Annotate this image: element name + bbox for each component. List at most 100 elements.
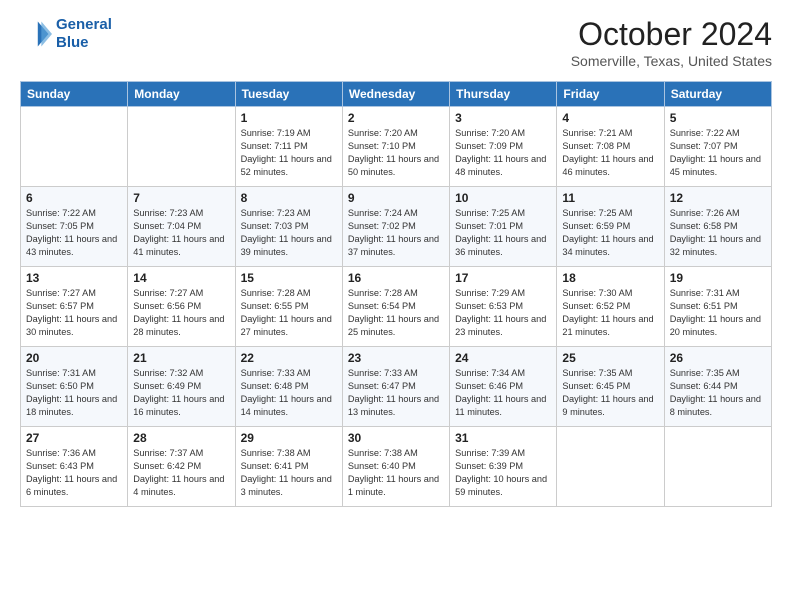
weekday-header: Monday (128, 82, 235, 107)
calendar-cell: 25Sunrise: 7:35 AM Sunset: 6:45 PM Dayli… (557, 347, 664, 427)
calendar-cell: 23 Sunrise: 7:33 AM Sunset: 6:47 PM Dayli… (342, 347, 449, 427)
calendar-week-row: 13 Sunrise: 7:27 AM Sunset: 6:57 PM Dayli… (21, 267, 772, 347)
calendar-cell (557, 427, 664, 507)
calendar-cell: 15Sunrise: 7:28 AM Sunset: 6:55 PM Dayli… (235, 267, 342, 347)
day-number: 20 (26, 351, 122, 365)
day-number: 27 (26, 431, 122, 445)
day-number: 24 (455, 351, 551, 365)
cell-daylight-info: Sunrise: 7:20 AM Sunset: 7:10 PM Dayligh… (348, 127, 444, 179)
day-number: 1 (241, 111, 337, 125)
cell-daylight-info: Sunrise: 7:38 AM Sunset: 6:41 PM Dayligh… (241, 447, 337, 499)
day-number: 30 (348, 431, 444, 445)
cell-daylight-info: Sunrise: 7:35 AM Sunset: 6:44 PM Dayligh… (670, 367, 766, 419)
calendar-cell: 11 Sunrise: 7:25 AM Sunset: 6:59 PM Dayli… (557, 187, 664, 267)
calendar-cell: 28Sunrise: 7:37 AM Sunset: 6:42 PM Dayli… (128, 427, 235, 507)
calendar-cell: 31 Sunrise: 7:39 AM Sunset: 6:39 PM Dayli… (450, 427, 557, 507)
calendar-cell: 24 Sunrise: 7:34 AM Sunset: 6:46 PM Dayli… (450, 347, 557, 427)
weekday-header: Friday (557, 82, 664, 107)
cell-daylight-info: Sunrise: 7:28 AM Sunset: 6:54 PM Dayligh… (348, 287, 444, 339)
calendar-cell: 9 Sunrise: 7:24 AM Sunset: 7:02 PM Daylig… (342, 187, 449, 267)
calendar-cell: 4 Sunrise: 7:21 AM Sunset: 7:08 PM Daylig… (557, 107, 664, 187)
calendar-cell: 26 Sunrise: 7:35 AM Sunset: 6:44 PM Dayli… (664, 347, 771, 427)
month-title: October 2024 (571, 16, 772, 53)
cell-daylight-info: Sunrise: 7:37 AM Sunset: 6:42 PM Dayligh… (133, 447, 229, 499)
day-number: 12 (670, 191, 766, 205)
day-number: 16 (348, 271, 444, 285)
day-number: 4 (562, 111, 658, 125)
location-subtitle: Somerville, Texas, United States (571, 53, 772, 69)
cell-daylight-info: Sunrise: 7:21 AM Sunset: 7:08 PM Dayligh… (562, 127, 658, 179)
cell-daylight-info: Sunrise: 7:30 AM Sunset: 6:52 PM Dayligh… (562, 287, 658, 339)
day-number: 2 (348, 111, 444, 125)
cell-daylight-info: Sunrise: 7:25 AM Sunset: 6:59 PM Dayligh… (562, 207, 658, 259)
header: General Blue October 2024 Somerville, Te… (20, 16, 772, 69)
calendar: SundayMondayTuesdayWednesdayThursdayFrid… (20, 81, 772, 507)
logo: General Blue (20, 16, 112, 52)
day-number: 10 (455, 191, 551, 205)
cell-daylight-info: Sunrise: 7:33 AM Sunset: 6:48 PM Dayligh… (241, 367, 337, 419)
calendar-cell: 19 Sunrise: 7:31 AM Sunset: 6:51 PM Dayli… (664, 267, 771, 347)
calendar-week-row: 6Sunrise: 7:22 AM Sunset: 7:05 PM Daylig… (21, 187, 772, 267)
day-number: 23 (348, 351, 444, 365)
cell-daylight-info: Sunrise: 7:23 AM Sunset: 7:03 PM Dayligh… (241, 207, 337, 259)
cell-daylight-info: Sunrise: 7:36 AM Sunset: 6:43 PM Dayligh… (26, 447, 122, 499)
day-number: 9 (348, 191, 444, 205)
logo-text: General Blue (56, 16, 112, 52)
weekday-header: Tuesday (235, 82, 342, 107)
cell-daylight-info: Sunrise: 7:28 AM Sunset: 6:55 PM Dayligh… (241, 287, 337, 339)
calendar-cell: 18 Sunrise: 7:30 AM Sunset: 6:52 PM Dayli… (557, 267, 664, 347)
calendar-cell: 1 Sunrise: 7:19 AM Sunset: 7:11 PM Daylig… (235, 107, 342, 187)
calendar-cell: 30 Sunrise: 7:38 AM Sunset: 6:40 PM Dayli… (342, 427, 449, 507)
calendar-week-row: 1 Sunrise: 7:19 AM Sunset: 7:11 PM Daylig… (21, 107, 772, 187)
cell-daylight-info: Sunrise: 7:33 AM Sunset: 6:47 PM Dayligh… (348, 367, 444, 419)
cell-daylight-info: Sunrise: 7:31 AM Sunset: 6:51 PM Dayligh… (670, 287, 766, 339)
cell-daylight-info: Sunrise: 7:34 AM Sunset: 6:46 PM Dayligh… (455, 367, 551, 419)
title-block: October 2024 Somerville, Texas, United S… (571, 16, 772, 69)
day-number: 5 (670, 111, 766, 125)
calendar-cell: 27 Sunrise: 7:36 AM Sunset: 6:43 PM Dayli… (21, 427, 128, 507)
logo-icon (20, 18, 52, 50)
calendar-cell: 8 Sunrise: 7:23 AM Sunset: 7:03 PM Daylig… (235, 187, 342, 267)
day-number: 19 (670, 271, 766, 285)
calendar-cell: 20 Sunrise: 7:31 AM Sunset: 6:50 PM Dayli… (21, 347, 128, 427)
calendar-cell: 7Sunrise: 7:23 AM Sunset: 7:04 PM Daylig… (128, 187, 235, 267)
cell-daylight-info: Sunrise: 7:39 AM Sunset: 6:39 PM Dayligh… (455, 447, 551, 499)
day-number: 31 (455, 431, 551, 445)
day-number: 18 (562, 271, 658, 285)
day-number: 11 (562, 191, 658, 205)
weekday-header-row: SundayMondayTuesdayWednesdayThursdayFrid… (21, 82, 772, 107)
cell-daylight-info: Sunrise: 7:27 AM Sunset: 6:56 PM Dayligh… (133, 287, 229, 339)
day-number: 8 (241, 191, 337, 205)
weekday-header: Thursday (450, 82, 557, 107)
day-number: 13 (26, 271, 122, 285)
weekday-header: Wednesday (342, 82, 449, 107)
day-number: 6 (26, 191, 122, 205)
cell-daylight-info: Sunrise: 7:23 AM Sunset: 7:04 PM Dayligh… (133, 207, 229, 259)
cell-daylight-info: Sunrise: 7:24 AM Sunset: 7:02 PM Dayligh… (348, 207, 444, 259)
day-number: 22 (241, 351, 337, 365)
cell-daylight-info: Sunrise: 7:20 AM Sunset: 7:09 PM Dayligh… (455, 127, 551, 179)
calendar-cell: 29 Sunrise: 7:38 AM Sunset: 6:41 PM Dayli… (235, 427, 342, 507)
calendar-cell (21, 107, 128, 187)
cell-daylight-info: Sunrise: 7:26 AM Sunset: 6:58 PM Dayligh… (670, 207, 766, 259)
calendar-cell (664, 427, 771, 507)
day-number: 21 (133, 351, 229, 365)
calendar-cell: 16 Sunrise: 7:28 AM Sunset: 6:54 PM Dayli… (342, 267, 449, 347)
calendar-cell: 21Sunrise: 7:32 AM Sunset: 6:49 PM Dayli… (128, 347, 235, 427)
calendar-cell: 6Sunrise: 7:22 AM Sunset: 7:05 PM Daylig… (21, 187, 128, 267)
cell-daylight-info: Sunrise: 7:35 AM Sunset: 6:45 PM Dayligh… (562, 367, 658, 419)
calendar-cell: 12 Sunrise: 7:26 AM Sunset: 6:58 PM Dayli… (664, 187, 771, 267)
cell-daylight-info: Sunrise: 7:38 AM Sunset: 6:40 PM Dayligh… (348, 447, 444, 499)
calendar-cell: 3 Sunrise: 7:20 AM Sunset: 7:09 PM Daylig… (450, 107, 557, 187)
cell-daylight-info: Sunrise: 7:25 AM Sunset: 7:01 PM Dayligh… (455, 207, 551, 259)
day-number: 29 (241, 431, 337, 445)
day-number: 3 (455, 111, 551, 125)
calendar-cell: 14Sunrise: 7:27 AM Sunset: 6:56 PM Dayli… (128, 267, 235, 347)
day-number: 26 (670, 351, 766, 365)
weekday-header: Sunday (21, 82, 128, 107)
cell-daylight-info: Sunrise: 7:31 AM Sunset: 6:50 PM Dayligh… (26, 367, 122, 419)
cell-daylight-info: Sunrise: 7:19 AM Sunset: 7:11 PM Dayligh… (241, 127, 337, 179)
cell-daylight-info: Sunrise: 7:27 AM Sunset: 6:57 PM Dayligh… (26, 287, 122, 339)
cell-daylight-info: Sunrise: 7:29 AM Sunset: 6:53 PM Dayligh… (455, 287, 551, 339)
calendar-cell: 17Sunrise: 7:29 AM Sunset: 6:53 PM Dayli… (450, 267, 557, 347)
